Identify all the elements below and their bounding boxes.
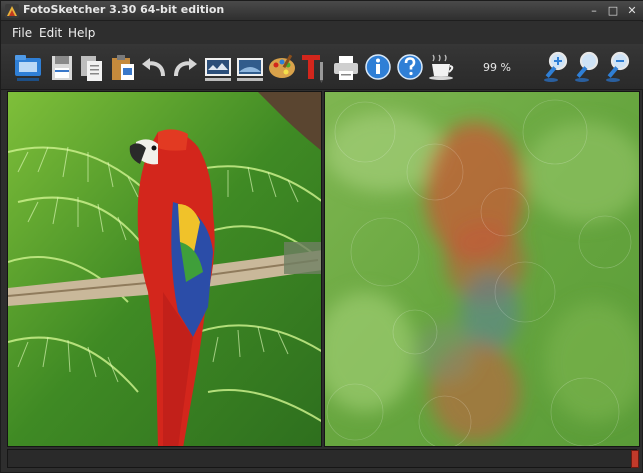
- title-bar: FotoSketcher 3.30 64-bit edition – □ ✕: [1, 1, 643, 21]
- print-button[interactable]: [331, 50, 361, 84]
- app-window: FotoSketcher 3.30 64-bit edition – □ ✕ F…: [0, 0, 643, 473]
- save-icon: [52, 56, 72, 80]
- menu-file[interactable]: File: [12, 26, 32, 40]
- zoom-actual-icon: [575, 51, 599, 82]
- sketch-image-icon: [237, 58, 263, 81]
- copy-icon: [81, 56, 102, 81]
- open-folder-icon: [15, 55, 41, 81]
- sketch-result-pane[interactable]: [324, 91, 640, 447]
- maximize-button[interactable]: □: [604, 3, 622, 19]
- toolbar: 99 %: [1, 44, 643, 90]
- help-icon: [397, 54, 423, 80]
- print-icon: [334, 56, 358, 80]
- about-button[interactable]: [363, 50, 393, 84]
- paste-button[interactable]: [108, 50, 138, 84]
- coffee-icon: [429, 54, 454, 80]
- paste-icon: [112, 55, 134, 80]
- undo-icon: [142, 58, 165, 77]
- help-button[interactable]: [395, 50, 425, 84]
- status-bar: [7, 449, 637, 468]
- zoom-level: 99 %: [483, 61, 511, 74]
- status-bar-grip[interactable]: [631, 450, 639, 468]
- zoom-actual-size-button[interactable]: [571, 50, 601, 84]
- window-title: FotoSketcher 3.30 64-bit edition: [23, 3, 225, 16]
- open-button[interactable]: [13, 50, 43, 84]
- original-image-pane[interactable]: [7, 91, 322, 447]
- donate-button[interactable]: [427, 50, 457, 84]
- zoom-in-button[interactable]: [540, 50, 570, 84]
- info-icon: [365, 54, 391, 80]
- text-icon: [302, 55, 323, 83]
- original-image-icon: [205, 58, 231, 81]
- painting-effects-button[interactable]: [267, 50, 297, 84]
- save-button[interactable]: [47, 50, 77, 84]
- zoom-out-button[interactable]: [602, 50, 632, 84]
- redo-button[interactable]: [170, 50, 200, 84]
- copy-button[interactable]: [77, 50, 107, 84]
- zoom-in-icon: [544, 51, 568, 82]
- palette-icon: [269, 54, 295, 78]
- minimize-button[interactable]: –: [585, 3, 603, 19]
- redo-icon: [174, 58, 197, 77]
- close-button[interactable]: ✕: [623, 3, 641, 19]
- menu-help[interactable]: Help: [68, 26, 95, 40]
- undo-button[interactable]: [139, 50, 169, 84]
- zoom-out-icon: [606, 51, 630, 82]
- fotosketcher-logo-icon: [5, 4, 19, 18]
- original-image-button[interactable]: [203, 50, 233, 84]
- menu-bar: File Edit Help: [1, 22, 643, 44]
- menu-edit[interactable]: Edit: [39, 26, 62, 40]
- sketch-result-image: [325, 92, 639, 446]
- original-photo-image: [8, 92, 321, 446]
- sketch-image-button[interactable]: [235, 50, 265, 84]
- add-text-button[interactable]: [299, 50, 329, 84]
